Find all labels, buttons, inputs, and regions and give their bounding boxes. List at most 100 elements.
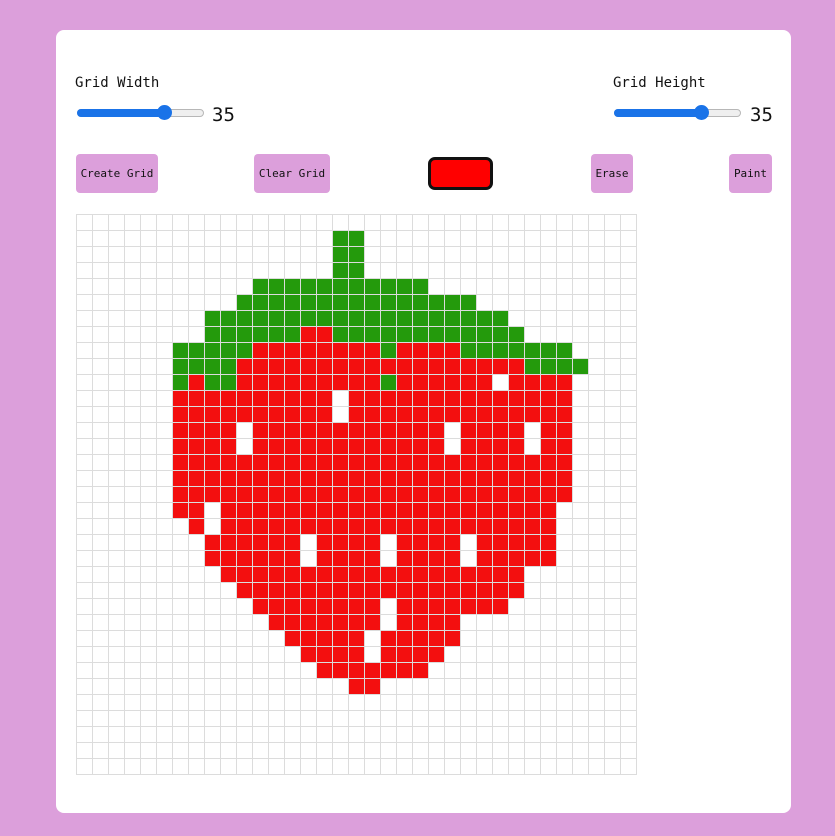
grid-cell[interactable] [205, 487, 220, 502]
grid-cell[interactable] [381, 263, 396, 278]
grid-cell[interactable] [429, 711, 444, 726]
grid-cell[interactable] [205, 503, 220, 518]
grid-cell[interactable] [621, 311, 636, 326]
grid-cell[interactable] [301, 647, 316, 662]
grid-cell[interactable] [509, 231, 524, 246]
grid-cell[interactable] [621, 279, 636, 294]
grid-cell[interactable] [557, 583, 572, 598]
grid-cell[interactable] [445, 279, 460, 294]
grid-cell[interactable] [413, 695, 428, 710]
grid-cell[interactable] [621, 215, 636, 230]
grid-cell[interactable] [205, 759, 220, 774]
grid-cell[interactable] [509, 391, 524, 406]
grid-cell[interactable] [413, 567, 428, 582]
grid-cell[interactable] [605, 375, 620, 390]
grid-cell[interactable] [285, 535, 300, 550]
grid-cell[interactable] [445, 359, 460, 374]
grid-cell[interactable] [413, 503, 428, 518]
grid-cell[interactable] [493, 439, 508, 454]
grid-cell[interactable] [189, 407, 204, 422]
grid-cell[interactable] [541, 599, 556, 614]
grid-cell[interactable] [557, 535, 572, 550]
grid-cell[interactable] [461, 743, 476, 758]
grid-cell[interactable] [413, 295, 428, 310]
grid-cell[interactable] [333, 423, 348, 438]
grid-cell[interactable] [205, 311, 220, 326]
grid-cell[interactable] [557, 327, 572, 342]
grid-cell[interactable] [189, 359, 204, 374]
grid-cell[interactable] [429, 759, 444, 774]
grid-cell[interactable] [189, 679, 204, 694]
grid-cell[interactable] [413, 215, 428, 230]
grid-cell[interactable] [333, 375, 348, 390]
grid-cell[interactable] [237, 311, 252, 326]
grid-cell[interactable] [141, 647, 156, 662]
grid-cell[interactable] [557, 215, 572, 230]
grid-cell[interactable] [221, 599, 236, 614]
grid-cell[interactable] [509, 423, 524, 438]
grid-cell[interactable] [557, 679, 572, 694]
grid-cell[interactable] [205, 519, 220, 534]
grid-cell[interactable] [589, 263, 604, 278]
grid-cell[interactable] [77, 727, 92, 742]
grid-cell[interactable] [253, 471, 268, 486]
grid-cell[interactable] [221, 279, 236, 294]
grid-cell[interactable] [525, 455, 540, 470]
grid-cell[interactable] [461, 695, 476, 710]
grid-cell[interactable] [109, 391, 124, 406]
grid-cell[interactable] [413, 743, 428, 758]
grid-cell[interactable] [461, 439, 476, 454]
grid-cell[interactable] [541, 279, 556, 294]
grid-cell[interactable] [253, 503, 268, 518]
grid-cell[interactable] [109, 599, 124, 614]
grid-cell[interactable] [413, 263, 428, 278]
grid-cell[interactable] [573, 487, 588, 502]
grid-cell[interactable] [205, 231, 220, 246]
grid-cell[interactable] [205, 375, 220, 390]
grid-cell[interactable] [157, 583, 172, 598]
grid-cell[interactable] [109, 567, 124, 582]
grid-cell[interactable] [205, 535, 220, 550]
grid-cell[interactable] [525, 727, 540, 742]
grid-cell[interactable] [301, 599, 316, 614]
grid-cell[interactable] [509, 647, 524, 662]
grid-cell[interactable] [189, 471, 204, 486]
grid-cell[interactable] [525, 679, 540, 694]
grid-cell[interactable] [253, 711, 268, 726]
grid-cell[interactable] [589, 439, 604, 454]
grid-cell[interactable] [141, 567, 156, 582]
grid-cell[interactable] [333, 391, 348, 406]
grid-cell[interactable] [413, 231, 428, 246]
grid-cell[interactable] [237, 471, 252, 486]
grid-cell[interactable] [397, 599, 412, 614]
grid-cell[interactable] [461, 759, 476, 774]
grid-cell[interactable] [317, 263, 332, 278]
grid-cell[interactable] [573, 551, 588, 566]
grid-cell[interactable] [77, 247, 92, 262]
grid-cell[interactable] [397, 711, 412, 726]
grid-cell[interactable] [93, 327, 108, 342]
grid-cell[interactable] [477, 647, 492, 662]
grid-cell[interactable] [157, 359, 172, 374]
grid-cell[interactable] [541, 535, 556, 550]
grid-cell[interactable] [573, 727, 588, 742]
grid-cell[interactable] [605, 231, 620, 246]
grid-cell[interactable] [109, 359, 124, 374]
grid-cell[interactable] [253, 583, 268, 598]
grid-cell[interactable] [93, 215, 108, 230]
grid-cell[interactable] [173, 663, 188, 678]
grid-cell[interactable] [109, 279, 124, 294]
grid-cell[interactable] [205, 679, 220, 694]
grid-cell[interactable] [77, 743, 92, 758]
grid-cell[interactable] [621, 375, 636, 390]
grid-cell[interactable] [237, 295, 252, 310]
grid-cell[interactable] [573, 311, 588, 326]
grid-cell[interactable] [333, 695, 348, 710]
grid-cell[interactable] [109, 215, 124, 230]
grid-cell[interactable] [269, 503, 284, 518]
grid-cell[interactable] [333, 743, 348, 758]
grid-cell[interactable] [157, 503, 172, 518]
grid-cell[interactable] [493, 247, 508, 262]
grid-cell[interactable] [141, 471, 156, 486]
grid-cell[interactable] [157, 295, 172, 310]
